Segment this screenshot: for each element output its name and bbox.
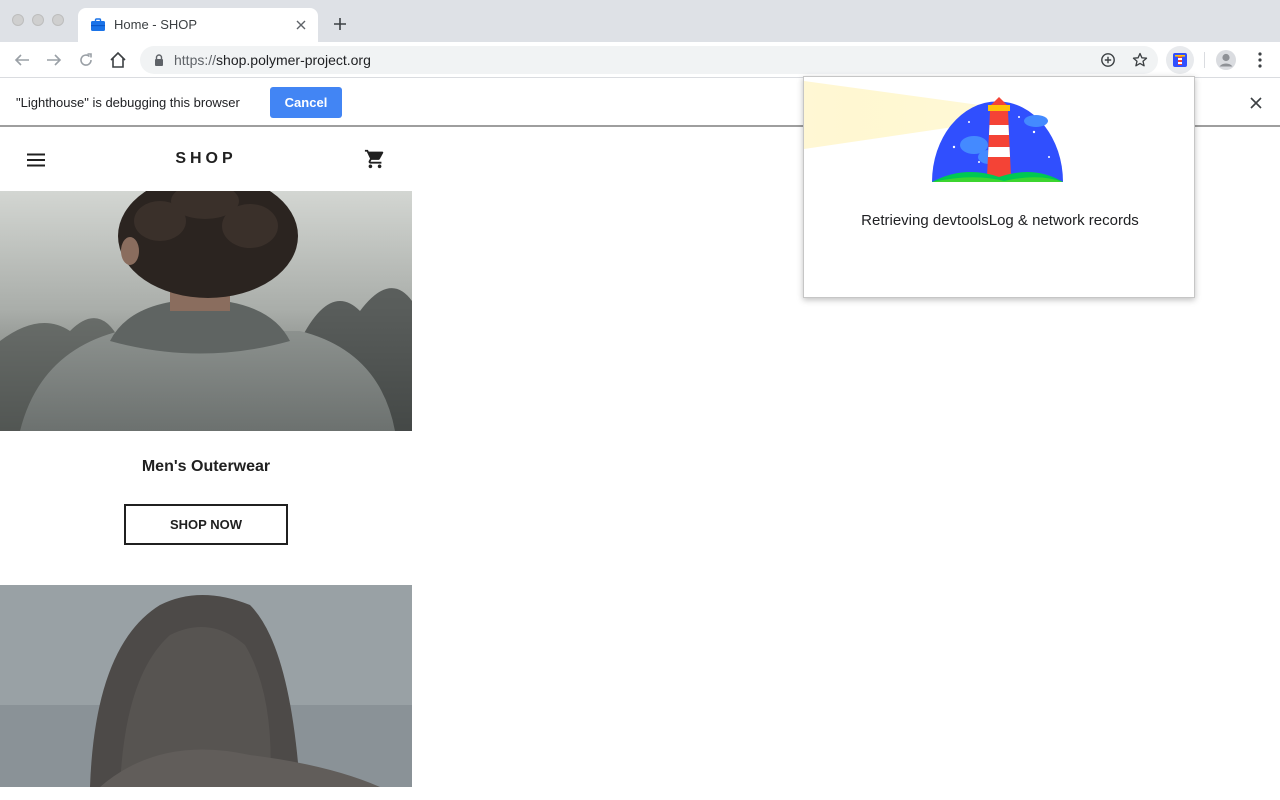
home-icon[interactable] [106,48,130,72]
forward-icon[interactable] [42,48,66,72]
back-icon[interactable] [10,48,34,72]
lock-icon[interactable] [152,53,166,67]
cart-icon[interactable] [363,147,387,171]
cancel-button[interactable]: Cancel [270,87,342,118]
toolbar-separator [1204,52,1205,68]
address-bar[interactable]: https://shop.polymer-project.org [140,46,1158,74]
bookmark-star-icon[interactable] [1130,50,1150,70]
lighthouse-extension-icon[interactable] [1166,46,1194,74]
shop-now-button[interactable]: SHOP NOW [124,504,288,545]
more-vert-icon[interactable] [1248,48,1272,72]
briefcase-favicon-icon [91,18,105,31]
account-icon[interactable] [1214,48,1238,72]
browser-toolbar: https://shop.polymer-project.org [0,42,1280,78]
url-host: shop.polymer-project.org [216,52,371,68]
lighthouse-illustration [804,81,1063,182]
lighthouse-status-text: Retrieving devtoolsLog & network records [861,212,1139,229]
second-category-hero-image[interactable] [0,585,412,787]
infobar-message: "Lighthouse" is debugging this browser [16,95,240,110]
lighthouse-popup: Retrieving devtoolsLog & network records [803,76,1195,298]
mens-outerwear-hero-image[interactable] [0,191,412,431]
add-circle-icon[interactable] [1098,50,1118,70]
shop-logo[interactable]: SHOP [0,150,412,168]
window-minimize-dot[interactable] [32,14,44,26]
browser-tab-active[interactable]: Home - SHOP [78,8,318,42]
browser-titlebar: Home - SHOP [0,0,1280,42]
tab-title: Home - SHOP [114,17,198,32]
window-close-dot[interactable] [12,14,24,26]
category-title[interactable]: Men's Outerwear [0,458,412,476]
window-zoom-dot[interactable] [52,14,64,26]
shop-header: SHOP [0,128,412,191]
new-tab-plus-icon[interactable] [330,14,350,34]
url-scheme: https:// [174,52,217,68]
infobar-close-icon[interactable] [1246,93,1266,113]
reload-icon[interactable] [74,48,98,72]
tab-close-icon[interactable] [292,16,310,34]
url-text[interactable]: https://shop.polymer-project.org [174,52,371,68]
